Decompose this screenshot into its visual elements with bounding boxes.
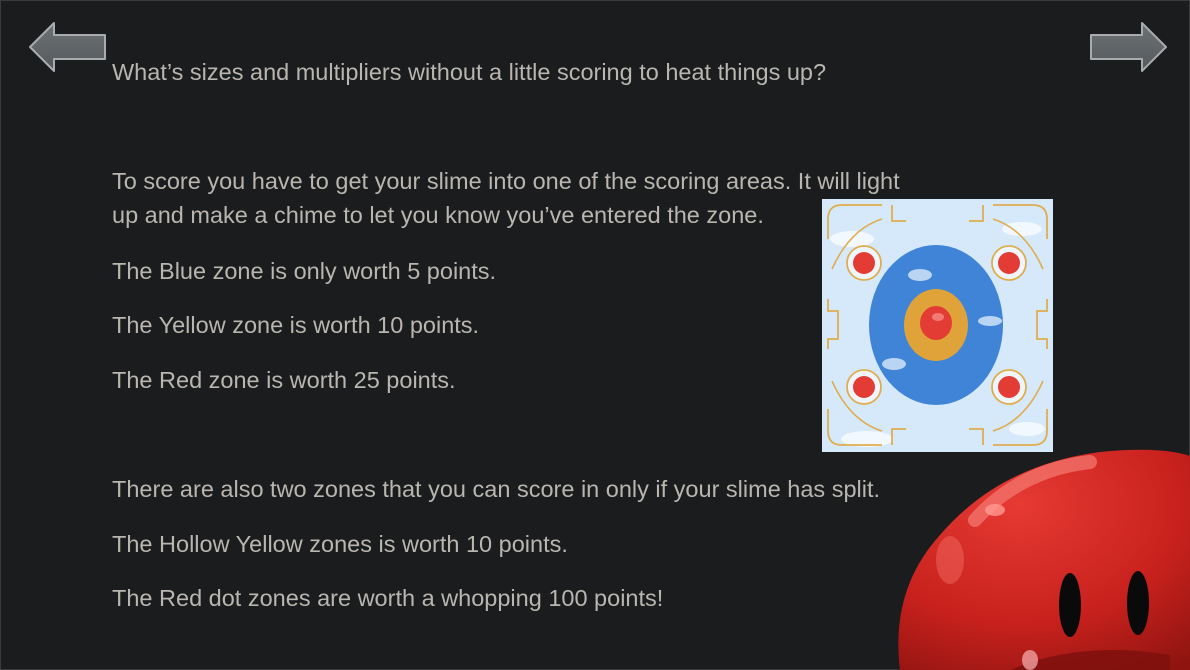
split-intro-text: There are also two zones that you can sc… xyxy=(112,476,881,502)
blue-zone-text: The Blue zone is only worth 5 points. xyxy=(112,258,497,284)
scoring-board-illustration xyxy=(822,199,1053,452)
next-slide-button[interactable] xyxy=(1088,20,1168,74)
previous-slide-button[interactable] xyxy=(28,20,108,74)
red-slime-mascot xyxy=(880,440,1190,670)
scoring-text-line-2: up and make a chime to let you know you’… xyxy=(112,202,764,228)
yellow-zone-text: The Yellow zone is worth 10 points. xyxy=(112,312,480,338)
hollow-yellow-text: The Hollow Yellow zones is worth 10 poin… xyxy=(112,531,568,557)
red-zone-text: The Red zone is worth 25 points. xyxy=(112,367,456,393)
arrow-right-icon xyxy=(1090,22,1167,72)
intro-text: What’s sizes and multipliers without a l… xyxy=(112,59,827,85)
scoring-text-line-1: To score you have to get your slime into… xyxy=(112,168,900,194)
arrow-left-icon xyxy=(29,22,106,72)
red-dot-text: The Red dot zones are worth a whopping 1… xyxy=(112,585,664,611)
